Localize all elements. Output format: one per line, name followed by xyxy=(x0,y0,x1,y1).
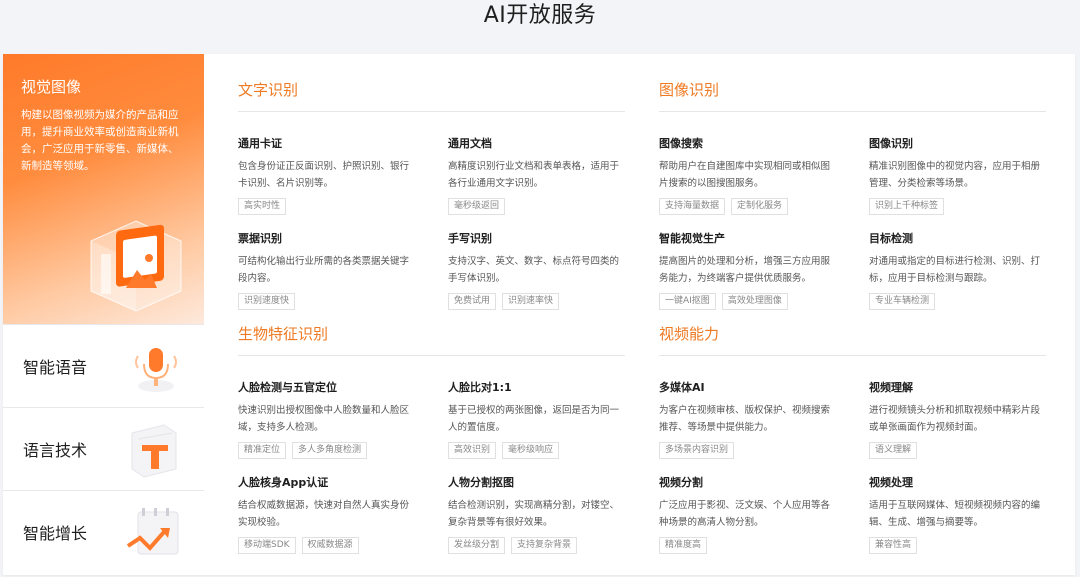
card-desc: 结合检测识别，实现高精分割，对镂空、复杂背景等有很好效果。 xyxy=(448,500,620,528)
card-desc: 基于已授权的两张图像，返回是否为同一人的置信度。 xyxy=(448,405,620,433)
text-t-icon xyxy=(131,424,177,478)
card-desc: 快速识别出授权图像中人脸数量和人脸区域，支持多人检测。 xyxy=(238,405,410,433)
feature-tag: 毫秒级返回 xyxy=(448,198,506,215)
section-image-recognition: 图像识别 图像搜索 帮助用户在自建图库中实现相同或相似图片搜索的以图搜图服务。 … xyxy=(659,78,1046,310)
sidebar-item-smart-voice[interactable]: 智能语音 xyxy=(3,324,204,407)
feature-tag: 识别上千种标签 xyxy=(869,198,945,215)
feature-tag: 支持复杂背景 xyxy=(511,537,578,554)
sidebar-item-visual-image[interactable]: 视觉图像 构建以图像视频为媒介的产品和应用，提升商业效率或创造商业新机会，广泛应… xyxy=(3,54,204,324)
feature-tag: 权威数据源 xyxy=(301,537,359,554)
card-desc: 包含身份证正反面识别、护照识别、银行卡识别、名片识别等。 xyxy=(238,161,410,189)
service-card[interactable]: 人脸检测与五官定位 快速识别出授权图像中人脸数量和人脸区域，支持多人检测。 精准… xyxy=(238,379,418,459)
image-box-illustration-icon xyxy=(90,220,182,312)
service-card[interactable]: 智能视觉生产 提高图片的处理和分析，增强三方应用服务能力，为终端客户提供优质服务… xyxy=(659,230,839,310)
microphone-icon xyxy=(135,348,177,392)
section-biometrics: 生物特征识别 人脸检测与五官定位 快速识别出授权图像中人脸数量和人脸区域，支持多… xyxy=(238,322,625,554)
service-card[interactable]: 人物分割抠图 结合检测识别，实现高精分割，对镂空、复杂背景等有很好效果。 发丝级… xyxy=(448,474,628,554)
card-name: 人脸核身App认证 xyxy=(238,476,329,489)
service-card[interactable]: 手写识别 支持汉字、英文、数字、标点符号四类的手写体识别。 免费试用 识别速率快 xyxy=(448,230,628,310)
section-title: 生物特征识别 xyxy=(238,322,625,356)
section-title: 文字识别 xyxy=(238,78,625,112)
sidebar-item-label: 智能增长 xyxy=(23,524,88,543)
feature-tag: 多人多角度检测 xyxy=(292,442,368,459)
feature-tag: 兼容性高 xyxy=(869,537,918,554)
section-title: 图像识别 xyxy=(659,78,1046,112)
services-panel: 视觉图像 构建以图像视频为媒介的产品和应用，提升商业效率或创造商业新机会，广泛应… xyxy=(3,54,1075,575)
card-name: 人脸比对1:1 xyxy=(448,381,512,394)
feature-tag: 精准度高 xyxy=(659,537,708,554)
card-name: 视频理解 xyxy=(869,381,913,394)
service-card[interactable]: 通用文档 高精度识别行业文档和表单表格，适用于各行业通用文字识别。 毫秒级返回 xyxy=(448,135,628,215)
feature-tag: 高效识别 xyxy=(448,442,497,459)
feature-tag: 精准定位 xyxy=(238,442,287,459)
feature-tag: 一键AI抠图 xyxy=(659,293,716,310)
sidebar-item-smart-growth[interactable]: 智能增长 xyxy=(3,490,204,573)
card-name: 通用文档 xyxy=(448,137,492,150)
service-card[interactable]: 通用卡证 包含身份证正反面识别、护照识别、银行卡识别、名片识别等。 高实时性 xyxy=(238,135,418,215)
feature-tag: 支持海量数据 xyxy=(659,198,726,215)
service-card[interactable]: 视频处理 适用于互联网媒体、短视频视频内容的编辑、生成、增强与摘要等。 兼容性高 xyxy=(869,474,1049,554)
service-card[interactable]: 多媒体AI 为客户在视频审核、版权保护、视频搜索推荐、等场景中提供能力。 多场景… xyxy=(659,379,839,459)
feature-tag: 移动端SDK xyxy=(238,537,296,554)
card-name: 图像识别 xyxy=(869,137,913,150)
card-desc: 适用于互联网媒体、短视频视频内容的编辑、生成、增强与摘要等。 xyxy=(869,500,1041,528)
service-card[interactable]: 图像识别 精准识别图像中的视觉内容，应用于相册管理、分类检索等场景。 识别上千种… xyxy=(869,135,1049,215)
card-desc: 高精度识别行业文档和表单表格，适用于各行业通用文字识别。 xyxy=(448,161,620,189)
service-card[interactable]: 视频分割 广泛应用于影视、泛文娱、个人应用等各种场景的高清人物分割。 精准度高 xyxy=(659,474,839,554)
card-desc: 提高图片的处理和分析，增强三方应用服务能力，为终端客户提供优质服务。 xyxy=(659,256,831,284)
card-name: 视频处理 xyxy=(869,476,913,489)
card-desc: 进行视频镜头分析和抓取视频中精彩片段或单张画面作为视频封面。 xyxy=(869,405,1041,433)
card-desc: 可结构化输出行业所需的各类票据关键字段内容。 xyxy=(238,256,410,284)
feature-tag: 识别速度快 xyxy=(238,293,296,310)
feature-tag: 定制化服务 xyxy=(731,198,789,215)
card-desc: 对通用或指定的目标进行检测、识别、打标，应用于目标检测与跟踪。 xyxy=(869,256,1041,284)
sidebar-active-title: 视觉图像 xyxy=(21,78,82,96)
sidebar-active-desc: 构建以图像视频为媒介的产品和应用，提升商业效率或创造商业新机会，广泛应用于新零售… xyxy=(21,109,179,172)
services-content: 文字识别 通用卡证 包含身份证正反面识别、护照识别、银行卡识别、名片识别等。 高… xyxy=(204,54,1075,575)
feature-tag: 毫秒级响应 xyxy=(502,442,560,459)
card-name: 手写识别 xyxy=(448,232,492,245)
service-card[interactable]: 人脸比对1:1 基于已授权的两张图像，返回是否为同一人的置信度。 高效识别 毫秒… xyxy=(448,379,628,459)
card-name: 人脸检测与五官定位 xyxy=(238,381,337,394)
card-desc: 广泛应用于影视、泛文娱、个人应用等各种场景的高清人物分割。 xyxy=(659,500,831,528)
sidebar-item-label: 智能语音 xyxy=(23,358,88,377)
card-name: 通用卡证 xyxy=(238,137,282,150)
sidebar: 视觉图像 构建以图像视频为媒介的产品和应用，提升商业效率或创造商业新机会，广泛应… xyxy=(3,54,204,575)
feature-tag: 专业车辆检测 xyxy=(869,293,936,310)
card-name: 多媒体AI xyxy=(659,381,705,394)
card-desc: 帮助用户在自建图库中实现相同或相似图片搜索的以图搜图服务。 xyxy=(659,161,831,189)
card-name: 智能视觉生产 xyxy=(659,232,725,245)
feature-tag: 识别速率快 xyxy=(502,293,560,310)
feature-tag: 语义理解 xyxy=(869,442,918,459)
service-card[interactable]: 视频理解 进行视频镜头分析和抓取视频中精彩片段或单张画面作为视频封面。 语义理解 xyxy=(869,379,1049,459)
section-video: 视频能力 多媒体AI 为客户在视频审核、版权保护、视频搜索推荐、等场景中提供能力… xyxy=(659,322,1046,554)
section-text-recognition: 文字识别 通用卡证 包含身份证正反面识别、护照识别、银行卡识别、名片识别等。 高… xyxy=(238,78,625,310)
card-desc: 精准识别图像中的视觉内容，应用于相册管理、分类检索等场景。 xyxy=(869,161,1041,189)
card-name: 人物分割抠图 xyxy=(448,476,514,489)
feature-tag: 发丝级分割 xyxy=(448,537,506,554)
page-title: AI开放服务 xyxy=(483,3,597,28)
card-name: 图像搜索 xyxy=(659,137,703,150)
card-desc: 结合权威数据源，快速对自然人真实身份实现校验。 xyxy=(238,500,410,528)
feature-tag: 免费试用 xyxy=(448,293,497,310)
card-name: 票据识别 xyxy=(238,232,282,245)
card-desc: 支持汉字、英文、数字、标点符号四类的手写体识别。 xyxy=(448,256,620,284)
feature-tag: 高实时性 xyxy=(238,198,287,215)
card-name: 目标检测 xyxy=(869,232,913,245)
sidebar-item-language-tech[interactable]: 语言技术 xyxy=(3,407,204,490)
feature-tag: 多场景内容识别 xyxy=(659,442,735,459)
service-card[interactable]: 人脸核身App认证 结合权威数据源，快速对自然人真实身份实现校验。 移动端SDK… xyxy=(238,474,418,554)
card-desc: 为客户在视频审核、版权保护、视频搜索推荐、等场景中提供能力。 xyxy=(659,405,831,433)
card-name: 视频分割 xyxy=(659,476,703,489)
feature-tag: 高效处理图像 xyxy=(721,293,788,310)
sidebar-item-label: 语言技术 xyxy=(23,441,88,460)
calendar-chart-icon xyxy=(126,508,179,555)
service-card[interactable]: 目标检测 对通用或指定的目标进行检测、识别、打标，应用于目标检测与跟踪。 专业车… xyxy=(869,230,1049,310)
service-card[interactable]: 票据识别 可结构化输出行业所需的各类票据关键字段内容。 识别速度快 xyxy=(238,230,418,310)
service-card[interactable]: 图像搜索 帮助用户在自建图库中实现相同或相似图片搜索的以图搜图服务。 支持海量数… xyxy=(659,135,839,215)
section-title: 视频能力 xyxy=(659,322,1046,356)
